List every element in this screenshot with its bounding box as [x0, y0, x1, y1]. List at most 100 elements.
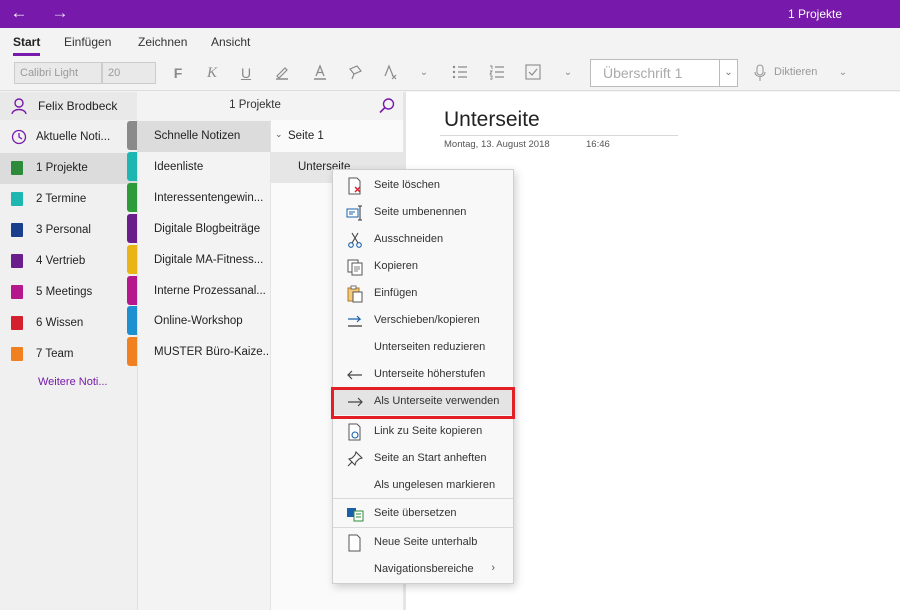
menu-item-label: Seite übersetzen — [374, 507, 457, 519]
format-painter-icon[interactable] — [346, 63, 366, 83]
chevron-down-icon[interactable]: ⌄ — [414, 63, 434, 83]
notebook-title: 1 Projekte — [229, 99, 281, 111]
menu-item-rename-page[interactable]: Seite umbenennen — [333, 199, 513, 226]
page-title[interactable]: Unterseite — [444, 108, 540, 132]
section-item[interactable]: MUSTER Büro-Kaize... — [127, 337, 273, 368]
italic-button[interactable]: K — [202, 63, 222, 83]
tab-zeichnen[interactable]: Zeichnen — [138, 35, 187, 49]
menu-item-paste[interactable]: Einfügen — [333, 280, 513, 307]
section-item[interactable]: Digitale MA-Fitness... — [127, 245, 270, 276]
menu-item-delete-page[interactable]: Seite löschen — [333, 172, 513, 199]
numbered-list-icon[interactable] — [487, 63, 507, 83]
menu-item-move-copy[interactable]: Verschieben/kopieren — [333, 307, 513, 334]
menu-item-pin-to-start[interactable]: Seite an Start anheften — [333, 445, 513, 472]
highlighter-icon[interactable] — [272, 63, 292, 83]
sidebar-item-label: 3 Personal — [36, 224, 91, 236]
chevron-down-icon[interactable]: ⌄ — [833, 63, 853, 83]
menu-item-label: Kopieren — [374, 260, 419, 272]
new-page-icon — [348, 534, 361, 552]
notebook-icon — [11, 254, 23, 268]
notebook-icon — [11, 161, 23, 175]
search-icon[interactable] — [377, 96, 397, 116]
sidebar-item-recent[interactable]: Aktuelle Noti... — [0, 122, 137, 153]
section-label: MUSTER Büro-Kaize... — [154, 346, 273, 358]
section-item[interactable]: Online-Workshop — [127, 306, 270, 337]
menu-item-label: Seite löschen — [374, 179, 441, 191]
notebook-sidebar: Felix Brodbeck Aktuelle Noti... 1 Projek… — [0, 92, 137, 610]
section-color-tab — [127, 214, 137, 243]
menu-item-collapse-subpages[interactable]: Unterseiten reduzieren — [333, 334, 513, 361]
paste-icon — [347, 285, 363, 303]
sidebar-item-3-personal[interactable]: 3 Personal — [0, 215, 137, 246]
menu-item-label: Unterseiten reduzieren — [374, 341, 486, 353]
bold-button[interactable]: F — [168, 63, 188, 83]
menu-item-copy-link[interactable]: Link zu Seite kopieren — [333, 418, 513, 445]
menu-item-label: Link zu Seite kopieren — [374, 425, 483, 437]
ribbon-tabs: Start Einfügen Zeichnen Ansicht — [0, 28, 900, 58]
chevron-down-icon[interactable]: ⌄ — [275, 129, 283, 140]
page-item-seite-1[interactable]: ⌄ Seite 1 — [270, 121, 403, 152]
menu-item-label: Navigationsbereiche — [374, 563, 474, 575]
section-item[interactable]: Ideenliste — [127, 152, 270, 183]
tab-ansicht[interactable]: Ansicht — [211, 35, 250, 49]
underline-button[interactable]: U — [236, 63, 256, 83]
menu-item-label: Seite umbenennen — [374, 206, 467, 218]
arrow-left-icon — [347, 370, 362, 380]
section-label: Schnelle Notizen — [154, 130, 241, 142]
section-color-tab — [127, 337, 137, 366]
sidebar-item-7-team[interactable]: 7 Team — [0, 339, 137, 370]
bullet-list-icon[interactable] — [450, 63, 470, 83]
sidebar-item-4-vertrieb[interactable]: 4 Vertrieb — [0, 246, 137, 277]
sidebar-item-2-termine[interactable]: 2 Termine — [0, 184, 137, 215]
link-page-icon — [348, 423, 361, 441]
section-item[interactable]: Interne Prozessanal... — [127, 276, 270, 307]
user-name: Felix Brodbeck — [38, 99, 118, 113]
sidebar-item-label: 6 Wissen — [36, 317, 84, 329]
menu-item-translate[interactable]: Seite übersetzen — [333, 500, 513, 527]
sidebar-item-5-meetings[interactable]: 5 Meetings — [0, 277, 137, 308]
sidebar-item-6-wissen[interactable]: 6 Wissen — [0, 308, 137, 339]
sidebar-item-label: 4 Vertrieb — [36, 255, 86, 267]
user-icon — [11, 98, 27, 115]
menu-item-navigation-panes[interactable]: Navigationsbereiche › — [333, 556, 513, 583]
arrow-left-icon[interactable]: ← — [8, 4, 30, 24]
font-color-icon[interactable] — [310, 63, 330, 83]
font-name-field[interactable]: Calibri Light — [14, 62, 102, 84]
menu-item-cut[interactable]: Ausschneiden — [333, 226, 513, 253]
section-item[interactable]: Interessentengewin... — [127, 183, 270, 214]
menu-item-label: Neue Seite unterhalb — [374, 536, 478, 548]
microphone-icon[interactable] — [750, 64, 770, 84]
notebook-icon — [11, 223, 23, 237]
menu-item-copy[interactable]: Kopieren — [333, 253, 513, 280]
menu-item-label: Verschieben/kopieren — [374, 314, 480, 326]
move-copy-icon — [348, 315, 362, 327]
chevron-down-icon[interactable]: ⌄ — [558, 63, 578, 83]
translate-icon — [347, 508, 364, 522]
clear-format-icon[interactable] — [380, 63, 400, 83]
delete-page-icon — [348, 177, 361, 195]
menu-item-new-page-below[interactable]: Neue Seite unterhalb — [333, 529, 513, 556]
menu-item-mark-unread[interactable]: Als ungelesen markieren — [333, 472, 513, 499]
style-dropdown-icon[interactable]: ⌄ — [720, 59, 738, 87]
menu-item-promote-subpage[interactable]: Unterseite höherstufen — [333, 361, 513, 388]
menu-item-label: Ausschneiden — [374, 233, 444, 245]
more-notebooks-link[interactable]: Weitere Noti... — [38, 376, 108, 388]
section-color-tab — [127, 306, 137, 335]
font-size-field[interactable]: 20 — [102, 62, 156, 84]
section-label: Ideenliste — [154, 161, 204, 173]
user-row[interactable]: Felix Brodbeck — [0, 92, 137, 120]
tab-start[interactable]: Start — [13, 35, 41, 56]
copy-icon — [347, 259, 363, 276]
section-color-tab — [127, 276, 137, 305]
section-item[interactable]: Schnelle Notizen — [127, 121, 270, 152]
tab-einfuegen[interactable]: Einfügen — [64, 35, 111, 49]
style-field[interactable]: Überschrift 1 — [590, 59, 720, 87]
sidebar-item-label: 1 Projekte — [36, 162, 88, 174]
sidebar-item-1-projekte[interactable]: 1 Projekte — [0, 153, 137, 184]
dictate-button[interactable]: Diktieren — [774, 66, 817, 78]
sidebar-item-label: Aktuelle Noti... — [36, 131, 111, 143]
arrow-right-icon[interactable]: → — [49, 4, 71, 24]
section-item[interactable]: Digitale Blogbeiträge — [127, 214, 270, 245]
menu-item-label: Als ungelesen markieren — [374, 479, 496, 491]
todo-checkbox-icon[interactable] — [523, 63, 543, 83]
